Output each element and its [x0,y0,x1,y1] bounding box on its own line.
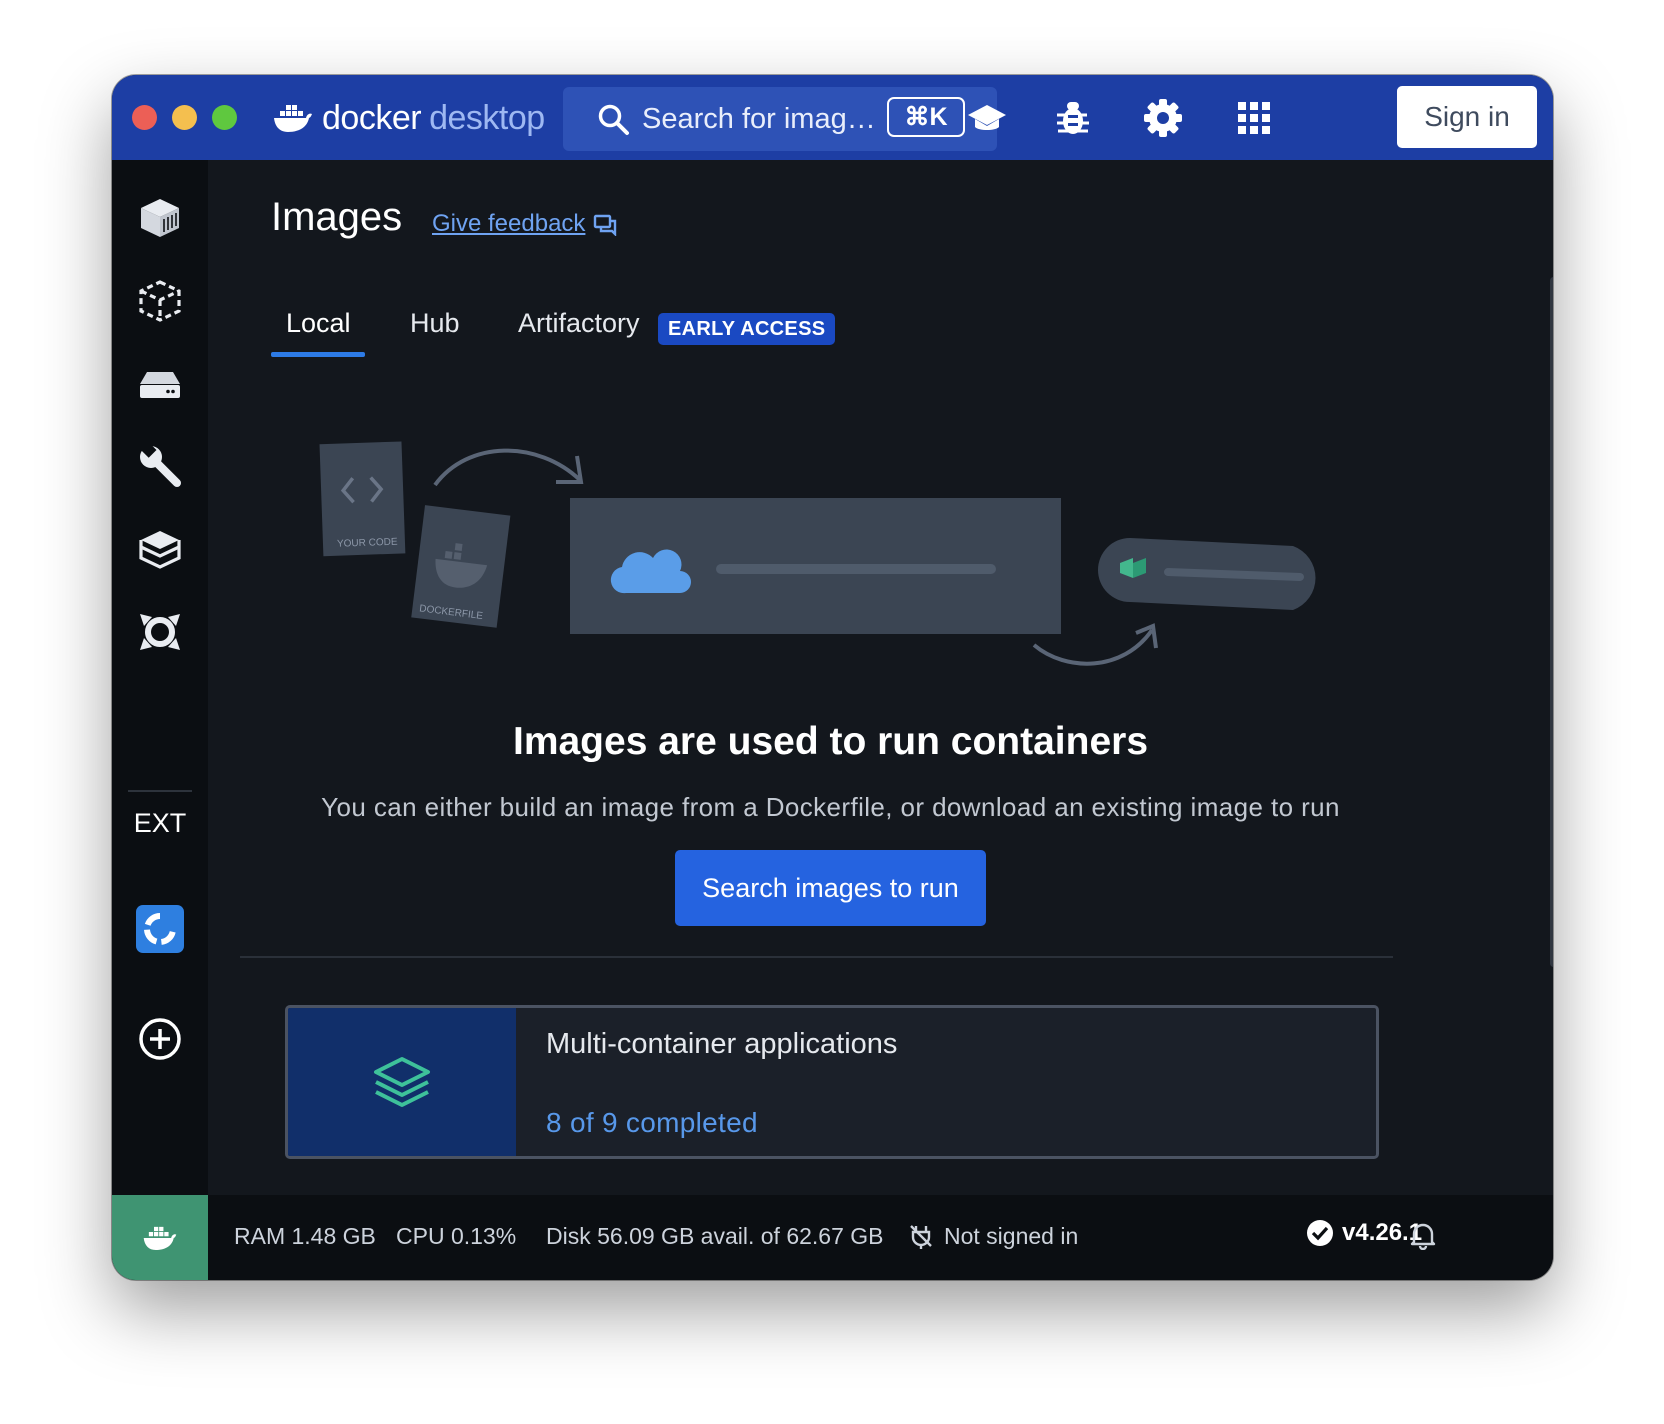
grid-icon [1238,102,1270,134]
zoom-window-button[interactable] [212,105,237,130]
close-window-button[interactable] [132,105,157,130]
docker-whale-icon [274,105,312,132]
sidebar-item-dev-environments[interactable] [134,523,186,575]
walkthrough-card-media [288,1008,516,1156]
images-icon [139,280,181,322]
walkthrough-title: Multi-container applications [546,1028,898,1060]
main-content: Images Give feedback Local Hub Artifacto… [208,160,1553,1195]
search-icon [598,104,629,135]
docker-scout-icon [140,614,180,650]
your-code-label: YOUR CODE [337,537,398,550]
sign-in-status: Not signed in [944,1223,1079,1249]
dev-environments-icon [139,531,181,569]
sidebar-item-docker-scout[interactable] [134,606,186,658]
walkthrough-card[interactable]: Multi-container applications 8 of 9 comp… [285,1005,1379,1159]
brand-docker-text: docker [322,98,422,137]
global-search-bar[interactable]: Search for imag… ⌘K [563,87,997,151]
containers-icon [141,199,179,237]
wrench-icon [139,442,181,487]
graduation-cap-icon [968,105,1006,130]
empty-state-heading: Images are used to run containers [512,720,1149,763]
volumes-icon [140,372,180,398]
bug-icon [1057,102,1089,134]
search-placeholder: Search for imag… [642,102,876,135]
walkthrough-progress: 8 of 9 completed [546,1107,758,1138]
dockerfile-card: DOCKERFILE [411,505,511,628]
sidebar-item-builds[interactable] [134,440,186,492]
docker-whale-icon [143,1226,177,1250]
search-images-button[interactable]: Search images to run [675,850,986,926]
sidebar-nav: EXT [112,160,208,1195]
section-divider [240,956,1393,958]
docker-desktop-logo: docker desktop [272,95,545,141]
title-bar: docker desktop Search for imag… ⌘K Sign … [112,75,1553,160]
ram-usage: RAM 1.48 GB [234,1223,376,1249]
minimize-window-button[interactable] [172,105,197,130]
layers-icon [374,1057,430,1107]
images-empty-state-illustration: YOUR CODE DOCKERFILE [319,441,1316,666]
empty-state-subtext: You can either build an image from a Doc… [321,792,1340,822]
sidebar-item-images[interactable] [134,275,186,327]
version-indicator[interactable]: v4.26.1 [1306,1219,1422,1247]
sidebar-divider [128,790,192,792]
troubleshoot-button[interactable] [1050,95,1096,141]
docker-desktop-window: docker desktop Search for imag… ⌘K Sign … [112,75,1553,1280]
build-arrow-icon [433,448,582,487]
run-arrow-icon [1032,628,1154,666]
sidebar-item-containers[interactable] [134,192,186,244]
add-extensions-icon[interactable] [136,1015,184,1063]
status-bar: RAM 1.48 GB CPU 0.13% Disk 56.09 GB avai… [112,1195,1553,1280]
sidebar-item-volumes[interactable] [134,358,186,410]
cpu-usage: CPU 0.13% [396,1223,517,1249]
sidebar-extension-item[interactable] [136,905,184,953]
disk-usage: Disk 56.09 GB avail. of 62.67 GB [546,1223,884,1249]
check-circle-icon [1307,1220,1333,1246]
not-signed-in-icon [910,1225,932,1249]
your-code-card: YOUR CODE [319,441,406,557]
settings-button[interactable] [1140,95,1186,141]
brand-desktop-text: desktop [429,98,545,137]
engine-status-button[interactable] [112,1195,208,1280]
search-shortcut-hint: ⌘K [887,97,965,137]
extension-logo-icon [144,913,176,945]
learning-center-button[interactable] [964,95,1010,141]
apps-grid-button[interactable] [1231,95,1277,141]
extensions-label: EXT [133,808,187,838]
gear-icon [1144,99,1182,137]
sign-in-button[interactable]: Sign in [1397,86,1537,148]
notifications-bell-icon[interactable] [1408,1220,1438,1250]
